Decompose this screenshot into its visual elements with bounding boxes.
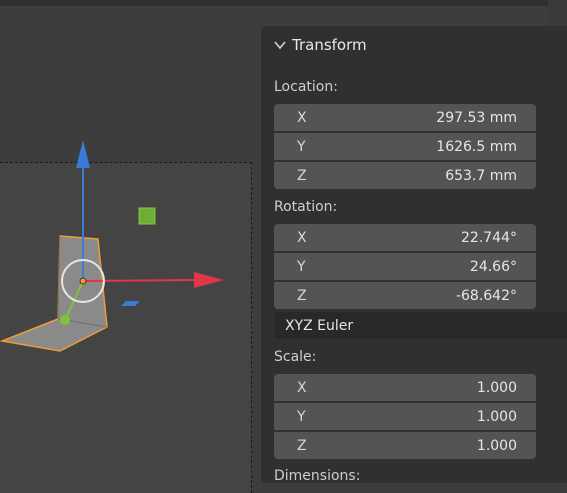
object-origin — [79, 277, 87, 285]
field-value: 297.53 mm — [436, 109, 517, 126]
field-value: 22.744° — [461, 229, 517, 246]
axis-label: Z — [297, 287, 307, 304]
transform-panel-header[interactable]: Transform — [261, 26, 567, 64]
field-value: 24.66° — [469, 258, 517, 275]
xy-plane-handle[interactable] — [121, 301, 140, 306]
selected-object[interactable] — [0, 235, 108, 352]
rotation-y-field[interactable]: Y 24.66° — [274, 253, 536, 280]
axis-label: Y — [297, 138, 306, 155]
field-value: 1.000 — [476, 408, 517, 425]
z-axis-arrow[interactable] — [76, 140, 90, 168]
field-value: 1.000 — [476, 379, 517, 396]
rotation-fields: X 22.744° Y 24.66° Z -68.642° — [274, 224, 536, 309]
axis-label: X — [297, 229, 307, 246]
location-label: Location: — [274, 79, 338, 95]
scale-fields: X 1.000 Y 1.000 Z 1.000 — [274, 374, 536, 459]
y-axis-handle[interactable] — [60, 315, 70, 325]
axis-label: X — [297, 109, 307, 126]
x-axis-arrow[interactable] — [194, 272, 224, 288]
location-y-field[interactable]: Y 1626.5 mm — [274, 133, 536, 160]
field-value: -68.642° — [455, 287, 517, 304]
field-value: 653.7 mm — [445, 167, 517, 184]
field-value: 1.000 — [476, 437, 517, 454]
scale-y-field[interactable]: Y 1.000 — [274, 403, 536, 430]
location-x-field[interactable]: X 297.53 mm — [274, 104, 536, 131]
axis-label: Y — [297, 258, 306, 275]
axis-label: X — [297, 379, 307, 396]
scale-x-field[interactable]: X 1.000 — [274, 374, 536, 401]
rotation-x-field[interactable]: X 22.744° — [274, 224, 536, 251]
transform-panel: Transform Location: X 297.53 mm Y 1626.5… — [261, 26, 567, 484]
rotation-mode-value: XYZ Euler — [285, 317, 354, 334]
scale-label: Scale: — [274, 349, 317, 365]
xz-plane-handle[interactable] — [138, 207, 156, 225]
transform-gizmo[interactable] — [0, 0, 260, 483]
axis-label: Z — [297, 437, 307, 454]
rotation-z-field[interactable]: Z -68.642° — [274, 282, 536, 309]
field-value: 1626.5 mm — [436, 138, 517, 155]
scale-z-field[interactable]: Z 1.000 — [274, 432, 536, 459]
dimensions-label: Dimensions: — [274, 468, 361, 484]
rotation-label: Rotation: — [274, 199, 338, 215]
panel-title: Transform — [292, 36, 367, 54]
rotation-mode-dropdown[interactable]: XYZ Euler — [274, 312, 567, 339]
chevron-down-icon — [274, 41, 286, 50]
location-fields: X 297.53 mm Y 1626.5 mm Z 653.7 mm — [274, 104, 536, 189]
location-z-field[interactable]: Z 653.7 mm — [274, 162, 536, 189]
axis-label: Y — [297, 408, 306, 425]
axis-label: Z — [297, 167, 307, 184]
x-axis-line — [82, 279, 198, 282]
